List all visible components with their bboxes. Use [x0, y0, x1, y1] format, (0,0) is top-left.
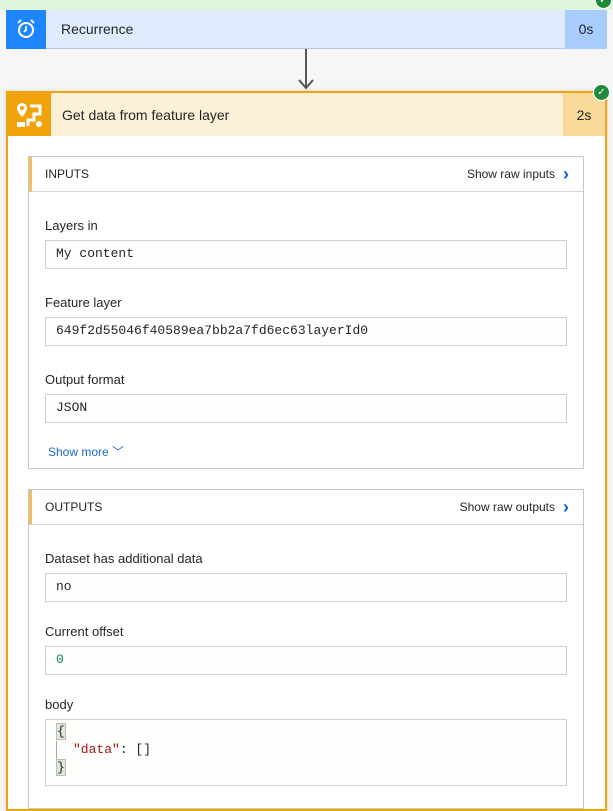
recurrence-duration: 0s: [565, 9, 607, 49]
show-more-label: Show more: [48, 445, 109, 459]
feature-layer-value: 649f2d55046f40589ea7bb2a7fd6ec63layerId0: [45, 317, 567, 346]
field-label: body: [45, 697, 74, 712]
json-value: []: [135, 742, 152, 757]
alarm-clock-icon: [6, 9, 46, 49]
body-json: { "data": [] }: [45, 719, 567, 786]
inputs-section: INPUTS Show raw inputs › Layers in My con…: [28, 156, 584, 469]
json-close-brace: }: [56, 759, 66, 776]
get-data-header[interactable]: Get data from feature layer 2s: [8, 93, 605, 136]
show-raw-outputs-link[interactable]: Show raw outputs ›: [460, 497, 583, 518]
recurrence-title: Recurrence: [61, 21, 134, 37]
inputs-header: INPUTS: [45, 167, 90, 181]
field-label: Output format: [45, 372, 125, 387]
outputs-section: OUTPUTS Show raw outputs › Dataset has ad…: [28, 489, 584, 809]
arrow-down-icon: [298, 49, 314, 90]
chevron-down-icon: ﹀: [112, 445, 125, 459]
field-label: Feature layer: [45, 295, 122, 310]
current-offset-value: 0: [45, 646, 567, 675]
chevron-right-icon: ›: [563, 163, 569, 184]
layers-in-value: My content: [45, 240, 567, 269]
previous-step-strip: [0, 0, 613, 10]
outputs-header: OUTPUTS: [45, 500, 103, 514]
show-raw-inputs-label: Show raw inputs: [466, 167, 555, 181]
chevron-right-icon: ›: [563, 496, 569, 517]
field-label: Current offset: [45, 624, 124, 639]
output-format-value: JSON: [45, 394, 567, 423]
get-data-title: Get data from feature layer: [62, 106, 230, 123]
show-more-link[interactable]: Show more ﹀: [48, 443, 583, 460]
json-sep: :: [119, 742, 136, 757]
additional-data-value: no: [45, 573, 567, 602]
field-label: Dataset has additional data: [45, 551, 203, 566]
json-key: "data": [73, 742, 120, 757]
json-open-brace: {: [56, 723, 66, 740]
show-raw-inputs-link[interactable]: Show raw inputs ›: [467, 164, 583, 185]
show-raw-outputs-label: Show raw outputs: [459, 500, 555, 514]
get-data-card: Get data from feature layer 2s INPUTS Sh…: [6, 91, 607, 811]
success-check-icon: ✓: [593, 84, 610, 101]
recurrence-card[interactable]: Recurrence 0s: [6, 9, 607, 49]
field-label: Layers in: [45, 218, 98, 233]
map-route-icon: [8, 93, 51, 136]
